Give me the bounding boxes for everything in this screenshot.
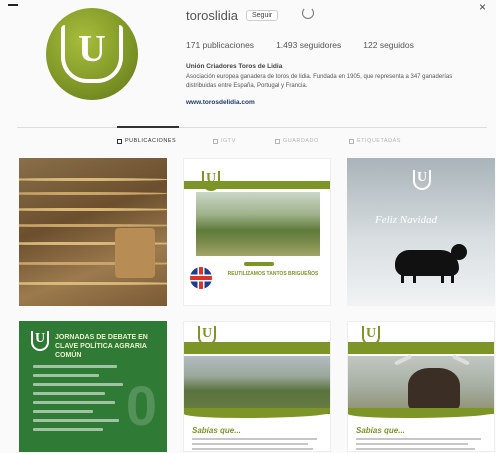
tv-icon — [213, 138, 218, 144]
tab-publicaciones[interactable]: PUBLICACIONES — [117, 138, 176, 144]
logo-icon: U — [31, 331, 49, 351]
tab-etiquetadas[interactable]: ETIQUETADAS — [349, 138, 401, 144]
poster-schedule — [33, 365, 153, 437]
logo-letter: U — [78, 28, 106, 70]
bull-figure — [408, 368, 460, 412]
close-icon[interactable]: × — [479, 1, 486, 13]
bio-link[interactable]: www.torosdelidia.com — [186, 99, 255, 106]
post-body-lines — [356, 438, 488, 451]
posts-count[interactable]: 171 publicaciones — [186, 40, 254, 50]
green-band — [184, 342, 330, 354]
post-thumbnail-pac-poster[interactable]: U JORNADAS DE DEBATE EN CLAVE POLÍTICA A… — [19, 321, 167, 452]
field-photo — [184, 356, 330, 414]
post-caption: REUTILIZAMOS TANTOS BRIGUEÑOS — [227, 271, 319, 277]
small-logo-strip — [244, 262, 274, 266]
tabs-divider — [17, 127, 487, 128]
logo-icon: U — [413, 170, 431, 190]
parliament-image — [19, 158, 167, 306]
tag-icon — [349, 138, 354, 144]
bookmark-icon — [275, 138, 280, 144]
post-thumbnail-sabias-que-bull[interactable]: U Sabías que... — [347, 321, 495, 452]
follow-button[interactable]: Seguir — [246, 10, 279, 21]
tab-label: GUARDADO — [283, 138, 319, 144]
tab-label: IGTV — [221, 138, 236, 144]
green-band — [184, 181, 330, 189]
green-band — [348, 342, 494, 354]
tab-igtv[interactable]: IGTV — [213, 138, 236, 144]
greeting-text: Feliz Navidad — [375, 214, 438, 226]
gear-icon[interactable] — [302, 7, 314, 19]
green-wave — [348, 408, 494, 418]
avatar[interactable]: U — [46, 8, 138, 100]
bio-name: Unión Criadores Toros de Lidia — [186, 63, 283, 70]
following-count[interactable]: 122 seguidos — [363, 40, 414, 50]
post-thumbnail-parliament[interactable] — [19, 158, 167, 306]
window-edge-mark — [8, 4, 18, 6]
post-body-lines — [192, 438, 324, 451]
tab-label: PUBLICACIONES — [125, 138, 177, 144]
bull-silhouette — [395, 250, 459, 276]
profile-tabs: PUBLICACIONES IGTV GUARDADO ETIQUETADAS — [117, 138, 496, 148]
landscape-photo — [196, 192, 320, 256]
grid-icon — [117, 138, 122, 144]
post-heading: Sabías que... — [192, 426, 241, 435]
bull-head — [451, 244, 467, 260]
green-wave — [184, 408, 330, 418]
post-thumbnail-christmas[interactable]: U Feliz Navidad — [347, 158, 495, 306]
tab-label: ETIQUETADAS — [357, 138, 401, 144]
post-heading: Sabías que... — [356, 426, 405, 435]
profile-stats: 171 publicaciones 1.493 seguidores 122 s… — [186, 40, 414, 50]
bio-text: Asociación europea ganadera de toros de … — [186, 74, 453, 89]
post-thumbnail-sabias-que-field[interactable]: U Sabías que... — [183, 321, 331, 452]
post-thumbnail-landscape-card[interactable]: U REUTILIZAMOS TANTOS BRIGUEÑOS — [183, 158, 331, 306]
tab-guardado[interactable]: GUARDADO — [275, 138, 319, 144]
followers-count[interactable]: 1.493 seguidores — [276, 40, 341, 50]
instagram-profile-page: × U toroslidia Seguir 171 publicaciones … — [0, 0, 496, 453]
active-tab-indicator — [117, 126, 179, 128]
uk-flag-icon — [190, 267, 212, 289]
logo-shield: U — [61, 25, 123, 83]
poster-title: JORNADAS DE DEBATE EN CLAVE POLÍTICA AGR… — [55, 334, 148, 359]
profile-username: toroslidia — [186, 8, 239, 23]
